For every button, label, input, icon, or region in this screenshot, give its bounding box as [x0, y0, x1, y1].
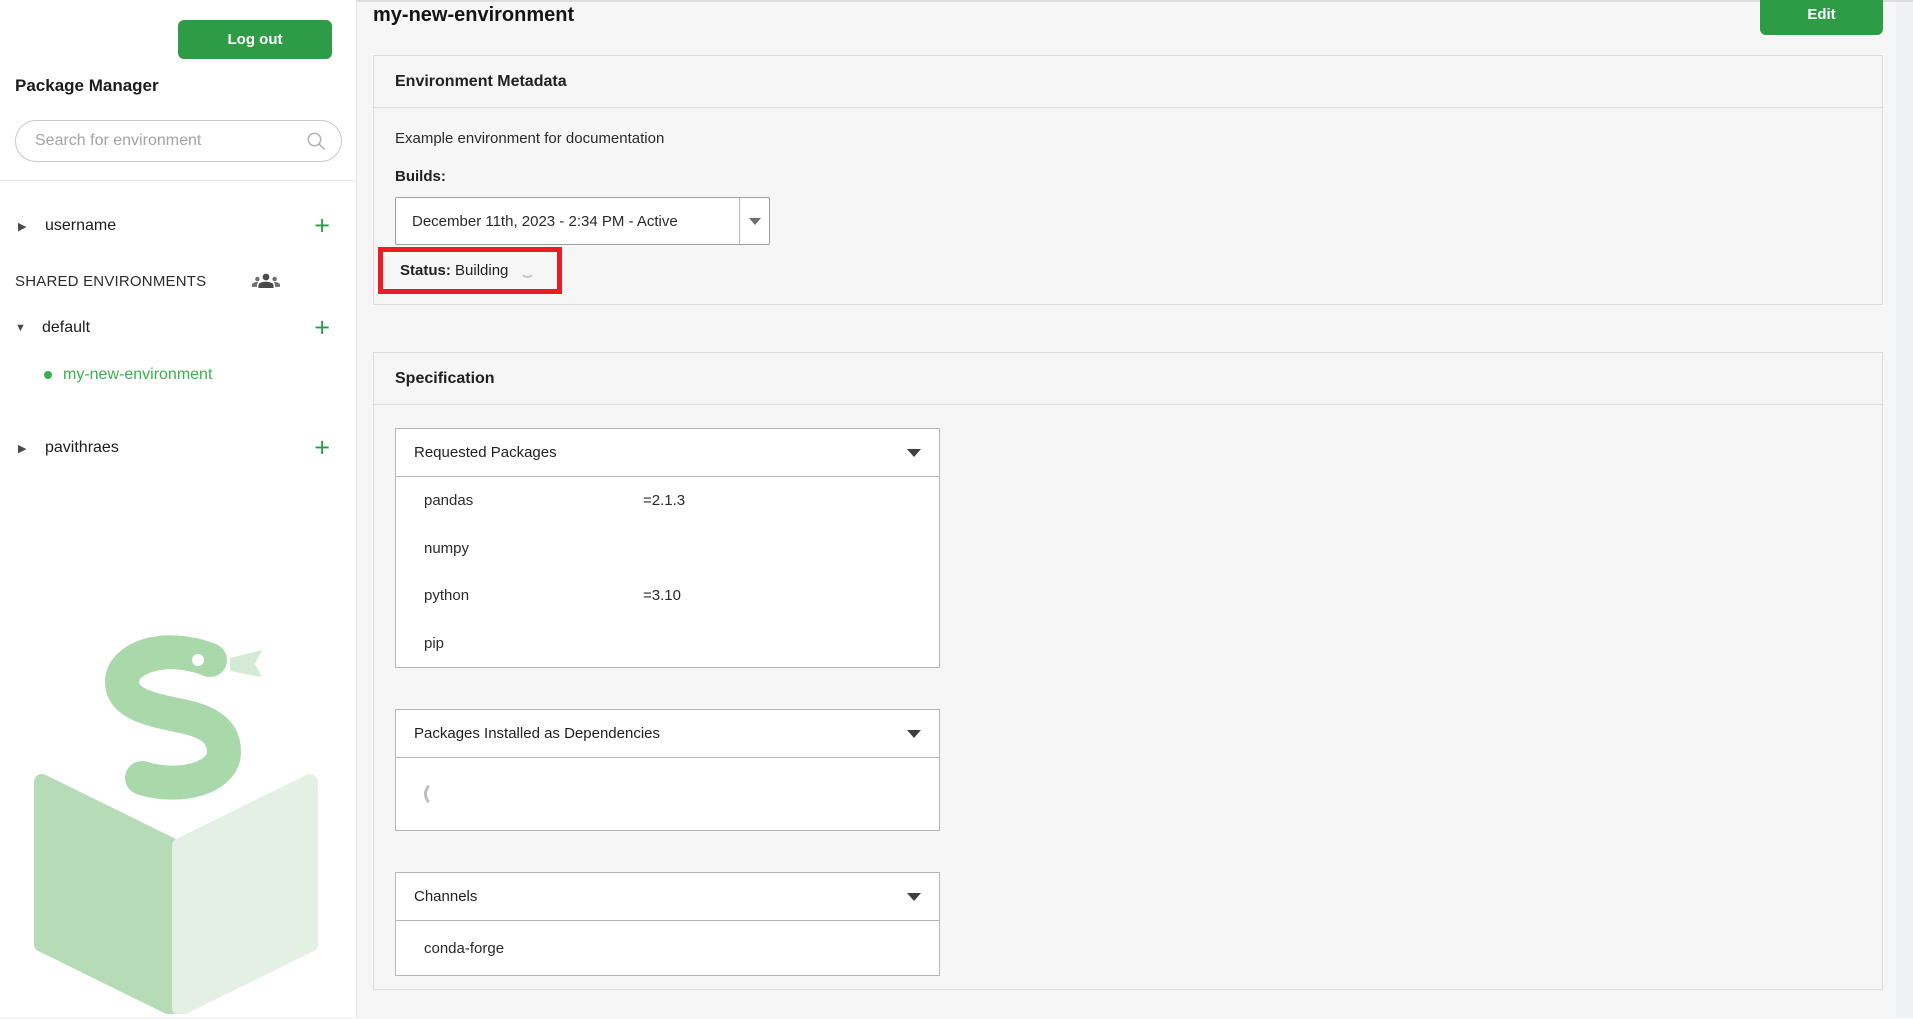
sidebar-item-my-new-environment[interactable]: my-new-environment: [0, 355, 357, 395]
namespace-label: pavithraes: [45, 439, 119, 457]
specification-card: Specification Requested Packages pandas …: [373, 352, 1883, 990]
sidebar-item-default[interactable]: ▼ default +: [0, 308, 357, 348]
build-status: Status: Building: [400, 262, 508, 279]
specification-card-title: Specification: [374, 353, 1882, 405]
package-name: pip: [424, 635, 643, 652]
environment-description: Example environment for documentation: [395, 130, 1861, 147]
namespace-label: default: [42, 319, 90, 337]
build-select-value: December 11th, 2023 - 2:34 PM - Active: [396, 198, 739, 244]
metadata-card-title: Environment Metadata: [374, 56, 1882, 108]
channel-row: conda-forge: [396, 921, 939, 975]
main-content: my-new-environment Edit Environment Meta…: [357, 0, 1913, 1017]
dependencies-header[interactable]: Packages Installed as Dependencies: [395, 709, 940, 758]
scrollbar-track: [1896, 0, 1913, 1017]
page-title: my-new-environment: [373, 4, 574, 27]
requested-packages-header[interactable]: Requested Packages: [395, 428, 940, 477]
status-label: Status:: [400, 262, 451, 279]
search-input[interactable]: [16, 132, 304, 150]
chevron-down-icon: ▼: [15, 322, 29, 334]
requested-packages-accordion: Requested Packages pandas =2.1.3 numpy p…: [395, 428, 940, 668]
build-select[interactable]: December 11th, 2023 - 2:34 PM - Active: [395, 197, 770, 245]
accordion-title: Packages Installed as Dependencies: [414, 725, 660, 742]
add-environment-button[interactable]: +: [308, 315, 336, 342]
channels-accordion: Channels conda-forge: [395, 872, 940, 976]
chevron-right-icon: ▶: [18, 442, 32, 455]
dependencies-list: [395, 758, 940, 831]
accordion-arrow-icon: [907, 449, 921, 457]
shared-environments-label: SHARED ENVIRONMENTS: [15, 273, 206, 290]
sidebar: Log out Package Manager ▶ username + SHA…: [0, 0, 357, 1017]
package-row: numpy: [396, 525, 939, 573]
logout-button[interactable]: Log out: [178, 20, 332, 59]
environment-bullet-icon: [44, 371, 52, 379]
add-environment-button[interactable]: +: [308, 435, 336, 462]
package-row: python =3.10: [396, 572, 939, 620]
package-name: python: [424, 587, 643, 604]
conda-store-logo: [14, 626, 336, 1014]
search-icon: [304, 129, 328, 153]
builds-label: Builds:: [395, 168, 1861, 185]
package-constraint: =2.1.3: [643, 492, 685, 509]
package-row: pandas =2.1.3: [396, 477, 939, 525]
accordion-title: Requested Packages: [414, 444, 557, 461]
environment-search[interactable]: [15, 120, 342, 162]
chevron-right-icon: ▶: [18, 220, 32, 233]
sidebar-item-username[interactable]: ▶ username +: [0, 206, 357, 246]
package-row: pip: [396, 620, 939, 668]
status-annotation-box: Status: Building: [378, 247, 562, 294]
package-name: pandas: [424, 492, 643, 509]
package-constraint: =3.10: [643, 587, 681, 604]
accordion-arrow-icon: [907, 893, 921, 901]
dependencies-accordion: Packages Installed as Dependencies: [395, 709, 940, 831]
sidebar-divider: [0, 180, 356, 181]
environment-metadata-card: Environment Metadata Example environment…: [373, 55, 1883, 305]
requested-packages-list: pandas =2.1.3 numpy python =3.10 pip: [395, 477, 940, 668]
package-name: numpy: [424, 540, 643, 557]
edit-button[interactable]: Edit: [1760, 0, 1883, 35]
status-loading-spinner-icon: [520, 263, 535, 278]
build-select-arrow[interactable]: [739, 198, 769, 244]
environment-link[interactable]: my-new-environment: [63, 366, 212, 384]
people-group-icon: [252, 267, 280, 295]
status-value: Building: [455, 262, 508, 279]
channels-list: conda-forge: [395, 921, 940, 976]
add-environment-button[interactable]: +: [308, 213, 336, 240]
loading-spinner-icon: [424, 781, 450, 807]
accordion-arrow-icon: [907, 730, 921, 738]
package-manager-heading: Package Manager: [15, 76, 159, 96]
channels-header[interactable]: Channels: [395, 872, 940, 921]
sidebar-item-pavithraes[interactable]: ▶ pavithraes +: [0, 428, 357, 468]
namespace-label: username: [45, 217, 116, 235]
accordion-title: Channels: [414, 888, 477, 905]
dropdown-arrow-icon: [749, 218, 761, 225]
shared-environments-header: SHARED ENVIRONMENTS: [0, 261, 357, 301]
